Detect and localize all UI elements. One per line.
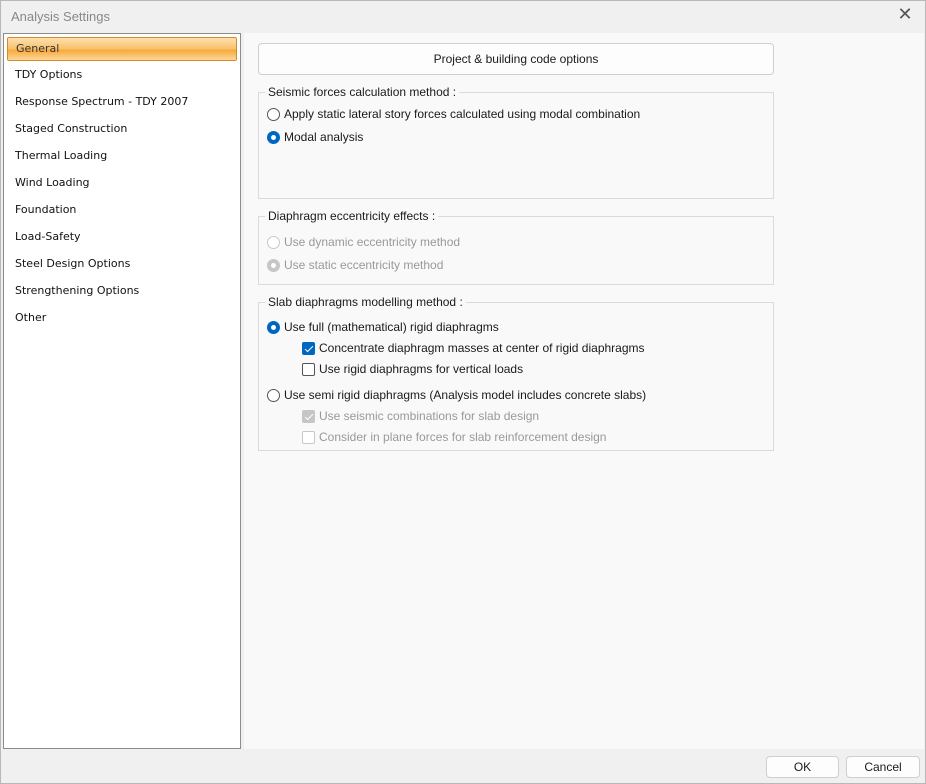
checkbox-indicator — [302, 409, 315, 423]
checkbox-indicator — [302, 430, 315, 444]
sidebar-item-staged-construction[interactable]: Staged Construction — [4, 115, 240, 142]
checkbox-label: Consider in plane forces for slab reinfo… — [319, 430, 607, 444]
sidebar-item-general[interactable]: General — [7, 37, 237, 61]
radio-label: Use dynamic eccentricity method — [284, 235, 461, 249]
modal-analysis-radio[interactable]: Modal analysis — [267, 130, 363, 144]
seismic-method-group: Seismic forces calculation method : Appl… — [258, 85, 774, 199]
group-label: Seismic forces calculation method : — [265, 85, 460, 99]
settings-panel: Project & building code options Seismic … — [244, 33, 924, 749]
radio-indicator — [267, 258, 280, 272]
slab-diaphragm-group: Slab diaphragms modelling method : Use f… — [258, 295, 774, 451]
sidebar-item-strengthening[interactable]: Strengthening Options — [4, 277, 240, 304]
checkbox-label: Use seismic combinations for slab design — [319, 409, 540, 423]
sidebar-item-foundation[interactable]: Foundation — [4, 196, 240, 223]
close-icon[interactable]: ✕ — [893, 4, 917, 25]
sidebar-item-wind-loading[interactable]: Wind Loading — [4, 169, 240, 196]
radio-label: Use semi rigid diaphragms (Analysis mode… — [284, 388, 647, 402]
radio-label: Apply static lateral story forces calcul… — [284, 107, 641, 121]
sidebar-item-steel-design[interactable]: Steel Design Options — [4, 250, 240, 277]
radio-label: Modal analysis — [284, 130, 364, 144]
radio-indicator — [267, 130, 280, 144]
sidebar-item-thermal-loading[interactable]: Thermal Loading — [4, 142, 240, 169]
sidebar-item-tdy-options[interactable]: TDY Options — [4, 61, 240, 88]
radio-label: Use static eccentricity method — [284, 258, 444, 272]
radio-indicator — [267, 388, 280, 402]
static-eccentricity-radio[interactable]: Use static eccentricity method — [267, 258, 443, 272]
group-label: Slab diaphragms modelling method : — [265, 295, 466, 309]
radio-label: Use full (mathematical) rigid diaphragms — [284, 320, 499, 334]
radio-indicator — [267, 235, 280, 249]
project-options-button[interactable]: Project & building code options — [258, 43, 774, 75]
sidebar-item-load-safety[interactable]: Load-Safety — [4, 223, 240, 250]
radio-indicator — [267, 320, 280, 334]
sidebar-item-other[interactable]: Other — [4, 304, 240, 331]
rigid-vertical-loads-checkbox[interactable]: Use rigid diaphragms for vertical loads — [302, 362, 523, 376]
dynamic-eccentricity-radio[interactable]: Use dynamic eccentricity method — [267, 235, 460, 249]
checkbox-indicator — [302, 362, 315, 376]
in-plane-forces-checkbox[interactable]: Consider in plane forces for slab reinfo… — [302, 430, 606, 444]
window-title: Analysis Settings — [11, 9, 110, 24]
analysis-settings-dialog: Analysis Settings ✕ General TDY Options … — [0, 0, 926, 784]
full-rigid-radio[interactable]: Use full (mathematical) rigid diaphragms — [267, 320, 499, 334]
sidebar-nav: General TDY Options Response Spectrum - … — [3, 33, 241, 749]
cancel-button[interactable]: Cancel — [846, 756, 920, 778]
seismic-combinations-checkbox[interactable]: Use seismic combinations for slab design — [302, 409, 539, 423]
group-label: Diaphragm eccentricity effects : — [265, 209, 439, 223]
eccentricity-group: Diaphragm eccentricity effects : Use dyn… — [258, 209, 774, 285]
sidebar-item-response-spectrum[interactable]: Response Spectrum - TDY 2007 — [4, 88, 240, 115]
semi-rigid-radio[interactable]: Use semi rigid diaphragms (Analysis mode… — [267, 388, 646, 402]
static-lateral-radio[interactable]: Apply static lateral story forces calcul… — [267, 107, 640, 121]
checkbox-label: Use rigid diaphragms for vertical loads — [319, 362, 524, 376]
checkbox-label: Concentrate diaphragm masses at center o… — [319, 341, 645, 355]
concentrate-masses-checkbox[interactable]: Concentrate diaphragm masses at center o… — [302, 341, 645, 355]
ok-button[interactable]: OK — [766, 756, 839, 778]
checkbox-indicator — [302, 341, 315, 355]
radio-indicator — [267, 107, 280, 121]
